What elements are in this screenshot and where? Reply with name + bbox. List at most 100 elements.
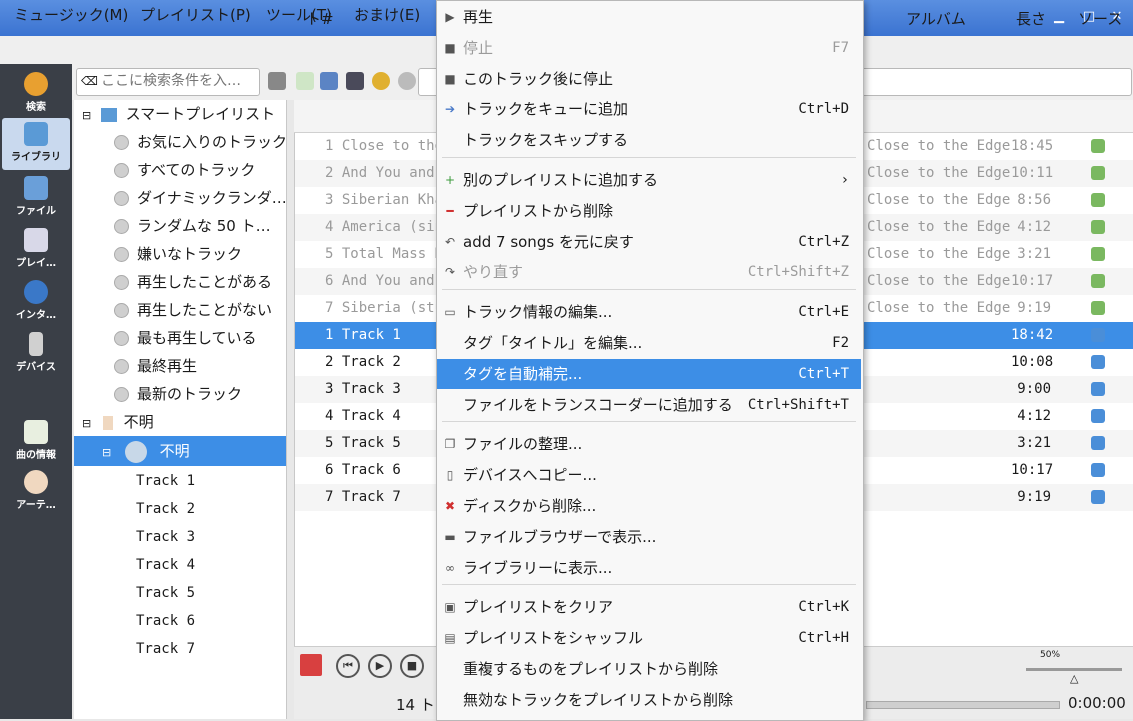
sidebar-item-search[interactable]: 検索 [2, 72, 70, 113]
track-album: Close to the Edge [867, 192, 1011, 208]
search-input[interactable] [99, 72, 258, 90]
menu-item[interactable]: ━ プレイリストから削除 [437, 196, 861, 226]
track-count: 14 ト [396, 696, 435, 714]
artist-icon [102, 415, 113, 430]
tree-track-item[interactable]: Track 1 [74, 467, 286, 495]
tree-smart-item[interactable]: 再生したことがない [74, 296, 286, 324]
clear-search-icon[interactable]: ⌫ [81, 74, 98, 88]
tree-unknown-album[interactable]: ⊟ 不明 [74, 436, 286, 466]
menu-music[interactable]: ミュージック(M) [14, 4, 128, 25]
stop-icon[interactable]: ■ [400, 654, 424, 678]
minimize-icon[interactable]: ▁ [1050, 8, 1068, 26]
configure-icon[interactable] [268, 72, 286, 90]
source-icon [1091, 463, 1105, 477]
menu-item[interactable]: ▬ ファイルブラウザーで表示... [437, 522, 861, 552]
edit-info-icon: ▭ [444, 305, 456, 320]
tree-track-item[interactable]: Track 3 [74, 523, 286, 551]
save-playlist-icon[interactable] [346, 72, 364, 90]
column-album[interactable]: アルバム [906, 8, 966, 29]
sidebar-item-files[interactable]: ファイル [2, 176, 70, 217]
tree-track-item[interactable]: Track 5 [74, 579, 286, 607]
tree-smart-item[interactable]: お気に入りのトラック [74, 128, 286, 156]
clear-playlist-icon[interactable] [300, 654, 322, 676]
menu-item[interactable]: ↶ add 7 songs を元に戻す Ctrl+Z [437, 227, 861, 257]
menu-item[interactable]: ✖ ディスクから削除... [437, 491, 861, 521]
column-source[interactable]: ソース [1078, 8, 1122, 29]
menu-item[interactable]: ↷ やり直す Ctrl+Shift+Z [437, 257, 861, 287]
menu-item[interactable]: タグを自動補完... Ctrl+T [437, 358, 861, 389]
redo-icon[interactable] [398, 72, 416, 90]
menu-extras[interactable]: おまけ(E) [354, 4, 420, 25]
menu-item[interactable]: 重複するものをプレイリストから削除 [437, 654, 861, 684]
sidebar-item-song-info[interactable]: 曲の情報 [2, 420, 70, 461]
smart-item-icon [114, 275, 129, 290]
track-title: 6 Track 6 [325, 462, 401, 478]
menu-item[interactable]: ■ 停止 F7 [437, 33, 861, 63]
tree-smart-item[interactable]: ランダムな 50 ト… [74, 212, 286, 240]
sidebar-item-internet[interactable]: インタ… [2, 280, 70, 321]
menu-item[interactable]: + 別のプレイリストに追加する › [437, 165, 861, 195]
tree-track-item[interactable]: Track 4 [74, 551, 286, 579]
tree-smart-item[interactable]: 嫌いなトラック [74, 240, 286, 268]
menu-item[interactable]: ■ このトラック後に停止 [437, 64, 861, 94]
redo-icon: ↷ [444, 265, 456, 280]
play-icon[interactable]: ▶ [368, 654, 392, 678]
sidebar-item-library[interactable]: ライブラリ [2, 118, 70, 170]
menu-item[interactable]: ▯ デバイスへコピー... [437, 460, 861, 490]
smart-item-icon [114, 135, 129, 150]
track-length: 8:56 [1017, 192, 1051, 208]
delete-icon: ✖ [444, 499, 456, 513]
menu-item[interactable]: トラックをスキップする [437, 125, 861, 155]
tree-track-item[interactable]: Track 6 [74, 607, 286, 635]
sidebar-item-devices[interactable]: デバイス [2, 332, 70, 373]
menu-item[interactable]: ▣ プレイリストをクリア Ctrl+K [437, 592, 861, 622]
menu-item[interactable]: ファイルをトランスコーダーに追加する Ctrl+Shift+T [437, 390, 861, 420]
tree-smart-playlist[interactable]: ⊟ スマートプレイリスト [74, 100, 286, 128]
previous-track-icon[interactable]: ⏮ [336, 654, 360, 678]
track-title: 7 Track 7 [325, 489, 401, 505]
library-search[interactable]: ⌫ [76, 68, 260, 96]
menu-item[interactable]: ▤ プレイリストをシャッフル Ctrl+H [437, 623, 861, 653]
seek-bar[interactable] [866, 701, 1060, 709]
menu-item[interactable]: ❐ ファイルの整理... [437, 429, 861, 459]
new-playlist-icon[interactable] [296, 72, 314, 90]
load-playlist-icon[interactable] [320, 72, 338, 90]
menu-item[interactable]: ▶ 再生 [437, 2, 861, 32]
tree-track-item[interactable]: Track 2 [74, 495, 286, 523]
tree-smart-item[interactable]: 最も再生している [74, 324, 286, 352]
menu-item[interactable]: ▭ トラック情報の編集... Ctrl+E [437, 297, 861, 327]
tree-smart-item[interactable]: 最新のトラック [74, 380, 286, 408]
undo-icon[interactable] [372, 72, 390, 90]
internet-icon [24, 280, 48, 304]
source-icon [1091, 382, 1105, 396]
tree-track-item[interactable]: Track 7 [74, 635, 286, 663]
volume-slider[interactable]: 50% △ [1026, 650, 1126, 685]
menu-item[interactable]: タグ「タイトル」を編集... F2 [437, 328, 861, 358]
sidebar-item-playlists[interactable]: プレイ… [2, 228, 70, 269]
menu-separator [442, 584, 856, 586]
artist-info-icon [24, 470, 48, 494]
column-track-number[interactable]: ト# [306, 8, 334, 29]
menu-item[interactable]: 無効なトラックをプレイリストから削除 [437, 685, 861, 715]
collapse-icon[interactable]: ⊟ [102, 438, 112, 466]
menu-item[interactable]: ∞ ライブラリーに表示... [437, 553, 861, 583]
track-album: Close to the Edge [867, 165, 1011, 181]
tree-smart-item[interactable]: 最終再生 [74, 352, 286, 380]
track-length: 10:11 [1011, 165, 1054, 181]
tree-smart-item[interactable]: すべてのトラック [74, 156, 286, 184]
tree-unknown-artist[interactable]: ⊟ 不明 [74, 408, 286, 436]
sidebar-item-artist-info[interactable]: アーテ… [2, 470, 70, 511]
column-length[interactable]: 長さ [1016, 8, 1046, 29]
track-title: 5 Track 5 [325, 435, 401, 451]
volume-handle-icon[interactable]: △ [1070, 672, 1078, 685]
collapse-icon[interactable]: ⊟ [82, 410, 92, 436]
collapse-icon[interactable]: ⊟ [82, 102, 92, 128]
smart-item-icon [114, 247, 129, 262]
menu-item[interactable]: ➔ トラックをキューに追加 Ctrl+D [437, 94, 861, 124]
track-title: 3 Siberian Kha [325, 192, 444, 208]
tree-smart-item[interactable]: ダイナミックランダ… [74, 184, 286, 212]
menu-playlist[interactable]: プレイリスト(P) [140, 4, 251, 25]
tree-smart-item[interactable]: 再生したことがある [74, 268, 286, 296]
track-title: 6 And You and [325, 273, 435, 289]
track-title: 1 Close to the [325, 138, 444, 154]
